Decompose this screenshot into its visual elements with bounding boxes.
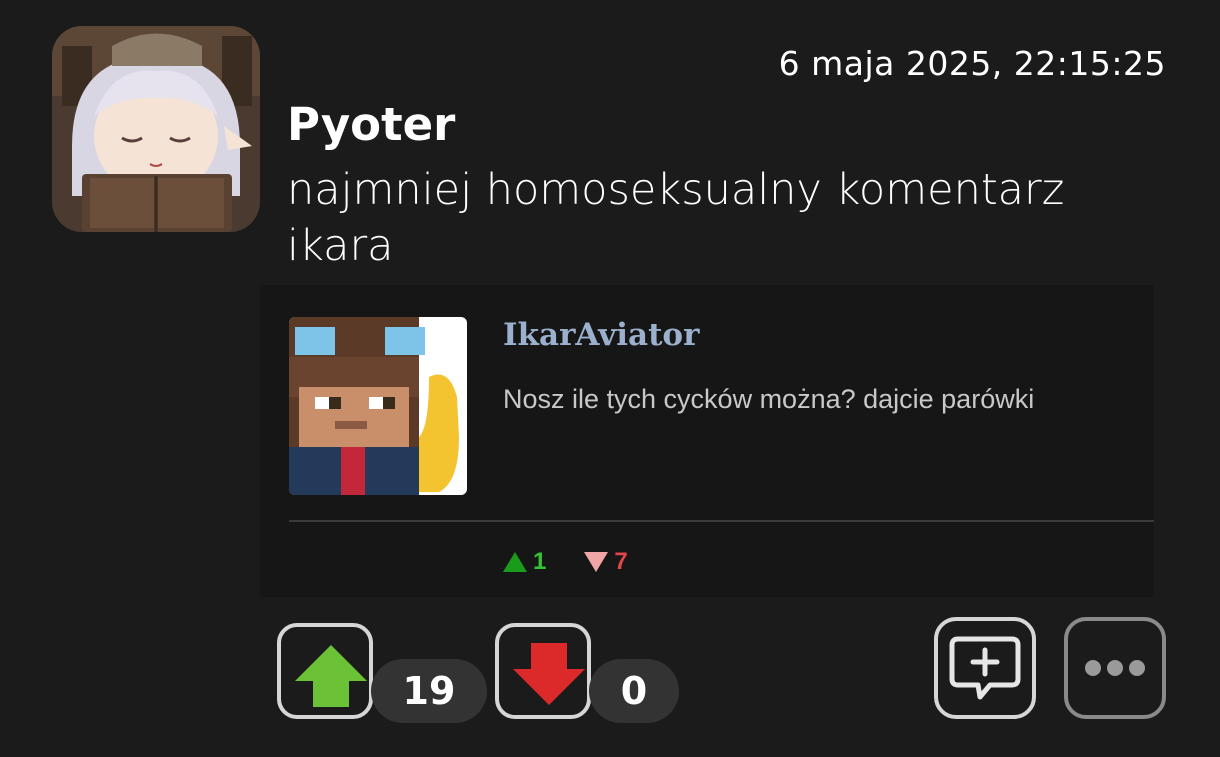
minecraft-avatar-image xyxy=(289,317,467,495)
upvote-button[interactable] xyxy=(277,623,373,719)
embed-upvote-count: 1 xyxy=(533,548,547,575)
more-dots-icon xyxy=(1085,660,1145,676)
comment-text: najmniej homoseksualny komentarz ikara xyxy=(287,165,1065,271)
reply-button[interactable] xyxy=(934,617,1036,719)
embed-upvotes: 1 xyxy=(503,548,546,576)
author-avatar[interactable] xyxy=(52,26,260,232)
embed-downvote-count: 7 xyxy=(614,548,628,575)
embed-comment-text: Nosz ile tych cycków można? dajcie parów… xyxy=(503,384,1035,414)
green-up-arrow-icon xyxy=(295,645,367,707)
anime-girl-avatar-image xyxy=(52,26,260,232)
embed-author-avatar xyxy=(289,317,467,495)
red-down-arrow-icon xyxy=(513,643,585,705)
more-options-button[interactable] xyxy=(1064,617,1166,719)
upvote-count: 19 xyxy=(371,659,487,723)
embed-upvote-icon xyxy=(503,552,527,572)
downvote-button[interactable] xyxy=(495,623,591,719)
embed-author-name: IkarAviator xyxy=(503,317,700,353)
embedded-comment-image[interactable]: IkarAviator Nosz ile tych cycków można? … xyxy=(260,285,1154,597)
embed-downvote-icon xyxy=(584,552,609,572)
author-name[interactable]: Pyoter xyxy=(287,98,455,151)
post-timestamp: 6 maja 2025, 22:15:25 xyxy=(778,44,1166,83)
embed-votes: 1 7 xyxy=(503,547,628,577)
downvote-count: 0 xyxy=(589,659,679,723)
embed-downvotes: 7 xyxy=(584,548,628,576)
embed-divider xyxy=(289,520,1154,522)
comment-post: 6 maja 2025, 22:15:25 Pyoter najmniej ho… xyxy=(0,0,1220,757)
add-comment-icon xyxy=(949,636,1021,700)
